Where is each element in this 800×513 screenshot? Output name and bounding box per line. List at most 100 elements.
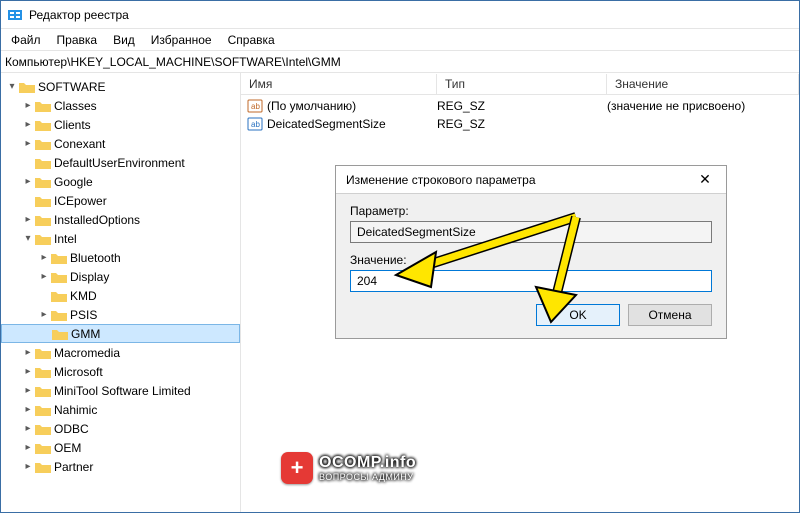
value-type: REG_SZ [437, 117, 607, 131]
tree-node[interactable]: Macromedia [54, 346, 120, 360]
list-header: Имя Тип Значение [241, 73, 799, 95]
menubar: Файл Правка Вид Избранное Справка [1, 29, 799, 51]
folder-icon [35, 442, 51, 454]
window-title: Редактор реестра [29, 8, 129, 22]
tree-node[interactable]: Bluetooth [70, 251, 121, 265]
value-name: DeicatedSegmentSize [267, 117, 386, 131]
tree-node[interactable]: ODBC [54, 422, 89, 436]
tree-node[interactable]: DefaultUserEnvironment [54, 156, 185, 170]
ok-button[interactable]: OK [536, 304, 620, 326]
folder-icon [35, 157, 51, 169]
value-field[interactable] [350, 270, 712, 292]
expand-icon[interactable]: ▸ [21, 139, 35, 149]
list-row[interactable]: ab (По умолчанию) REG_SZ (значение не пр… [241, 97, 799, 115]
folder-icon [35, 233, 51, 245]
folder-icon [52, 328, 68, 340]
expand-icon[interactable]: ▸ [21, 443, 35, 453]
list-row[interactable]: ab DeicatedSegmentSize REG_SZ [241, 115, 799, 133]
expand-icon[interactable]: ▸ [37, 310, 51, 320]
collapse-icon[interactable]: ▾ [21, 234, 35, 244]
tree-node[interactable]: MiniTool Software Limited [54, 384, 191, 398]
folder-icon [19, 81, 35, 93]
value-name: (По умолчанию) [267, 99, 356, 113]
dialog-title: Изменение строкового параметра [346, 173, 536, 187]
watermark-line1: OCOMP.info [319, 454, 416, 472]
folder-icon [35, 100, 51, 112]
registry-tree[interactable]: ▾ SOFTWARE ▸ Classes ▸ Clients ▸ Conexant De… [1, 73, 241, 512]
watermark-line2: ВОПРОСЫ АДМИНУ [319, 472, 416, 482]
folder-icon [35, 138, 51, 150]
tree-node[interactable]: Clients [54, 118, 91, 132]
app-icon [7, 7, 23, 23]
tree-node[interactable]: PSIS [70, 308, 97, 322]
folder-icon [35, 347, 51, 359]
menu-view[interactable]: Вид [105, 31, 143, 49]
menu-help[interactable]: Справка [220, 31, 283, 49]
folder-icon [35, 119, 51, 131]
folder-icon [51, 309, 67, 321]
close-icon[interactable]: ✕ [690, 171, 720, 188]
folder-icon [51, 290, 67, 302]
svg-text:ab: ab [251, 102, 260, 111]
value-label: Значение: [350, 253, 712, 267]
tree-node-gmm[interactable]: GMM [71, 327, 100, 341]
expand-icon[interactable]: ▸ [21, 177, 35, 187]
folder-icon [35, 404, 51, 416]
tree-node[interactable]: KMD [70, 289, 97, 303]
tree-node[interactable]: Classes [54, 99, 97, 113]
param-label: Параметр: [350, 204, 712, 218]
folder-icon [35, 385, 51, 397]
folder-icon [35, 214, 51, 226]
titlebar: Редактор реестра [1, 1, 799, 29]
tree-node-intel[interactable]: Intel [54, 232, 77, 246]
tree-node[interactable]: Nahimic [54, 403, 97, 417]
menu-favorites[interactable]: Избранное [143, 31, 220, 49]
expand-icon[interactable]: ▸ [21, 405, 35, 415]
tree-node[interactable]: Display [70, 270, 109, 284]
address-bar[interactable]: Компьютер\HKEY_LOCAL_MACHINE\SOFTWARE\In… [1, 51, 799, 73]
menu-edit[interactable]: Правка [49, 31, 106, 49]
column-header-name[interactable]: Имя [241, 74, 437, 94]
expand-icon[interactable]: ▸ [21, 120, 35, 130]
folder-icon [51, 271, 67, 283]
tree-node[interactable]: ICEpower [54, 194, 107, 208]
expand-icon[interactable]: ▸ [21, 101, 35, 111]
folder-icon [51, 252, 67, 264]
expand-icon[interactable]: ▾ [5, 82, 19, 92]
folder-icon [35, 461, 51, 473]
cancel-button[interactable]: Отмена [628, 304, 712, 326]
tree-node[interactable]: Partner [54, 460, 93, 474]
folder-icon [35, 195, 51, 207]
expand-icon[interactable]: ▸ [21, 386, 35, 396]
value-type: REG_SZ [437, 99, 607, 113]
string-value-icon: ab [247, 116, 263, 132]
expand-icon[interactable]: ▸ [21, 424, 35, 434]
plus-icon: + [281, 452, 313, 484]
tree-node[interactable]: InstalledOptions [54, 213, 140, 227]
expand-icon[interactable]: ▸ [21, 348, 35, 358]
column-header-value[interactable]: Значение [607, 74, 799, 94]
svg-text:ab: ab [251, 120, 260, 129]
string-value-icon: ab [247, 98, 263, 114]
expand-icon[interactable]: ▸ [21, 462, 35, 472]
column-header-type[interactable]: Тип [437, 74, 607, 94]
expand-icon[interactable]: ▸ [21, 215, 35, 225]
tree-node[interactable]: Google [54, 175, 93, 189]
folder-icon [35, 176, 51, 188]
folder-icon [35, 366, 51, 378]
tree-node[interactable]: Conexant [54, 137, 105, 151]
folder-icon [35, 423, 51, 435]
tree-node-software[interactable]: SOFTWARE [38, 80, 106, 94]
param-name-field [350, 221, 712, 243]
tree-node[interactable]: Microsoft [54, 365, 103, 379]
expand-icon[interactable]: ▸ [37, 272, 51, 282]
expand-icon[interactable]: ▸ [21, 367, 35, 377]
tree-node[interactable]: OEM [54, 441, 81, 455]
registry-editor-window: Редактор реестра Файл Правка Вид Избранн… [0, 0, 800, 513]
expand-icon[interactable]: ▸ [37, 253, 51, 263]
edit-string-dialog: Изменение строкового параметра ✕ Парамет… [335, 165, 727, 339]
menu-file[interactable]: Файл [3, 31, 49, 49]
watermark: + OCOMP.info ВОПРОСЫ АДМИНУ [281, 452, 416, 484]
address-text: Компьютер\HKEY_LOCAL_MACHINE\SOFTWARE\In… [5, 55, 341, 69]
value-data: (значение не присвоено) [607, 99, 799, 113]
